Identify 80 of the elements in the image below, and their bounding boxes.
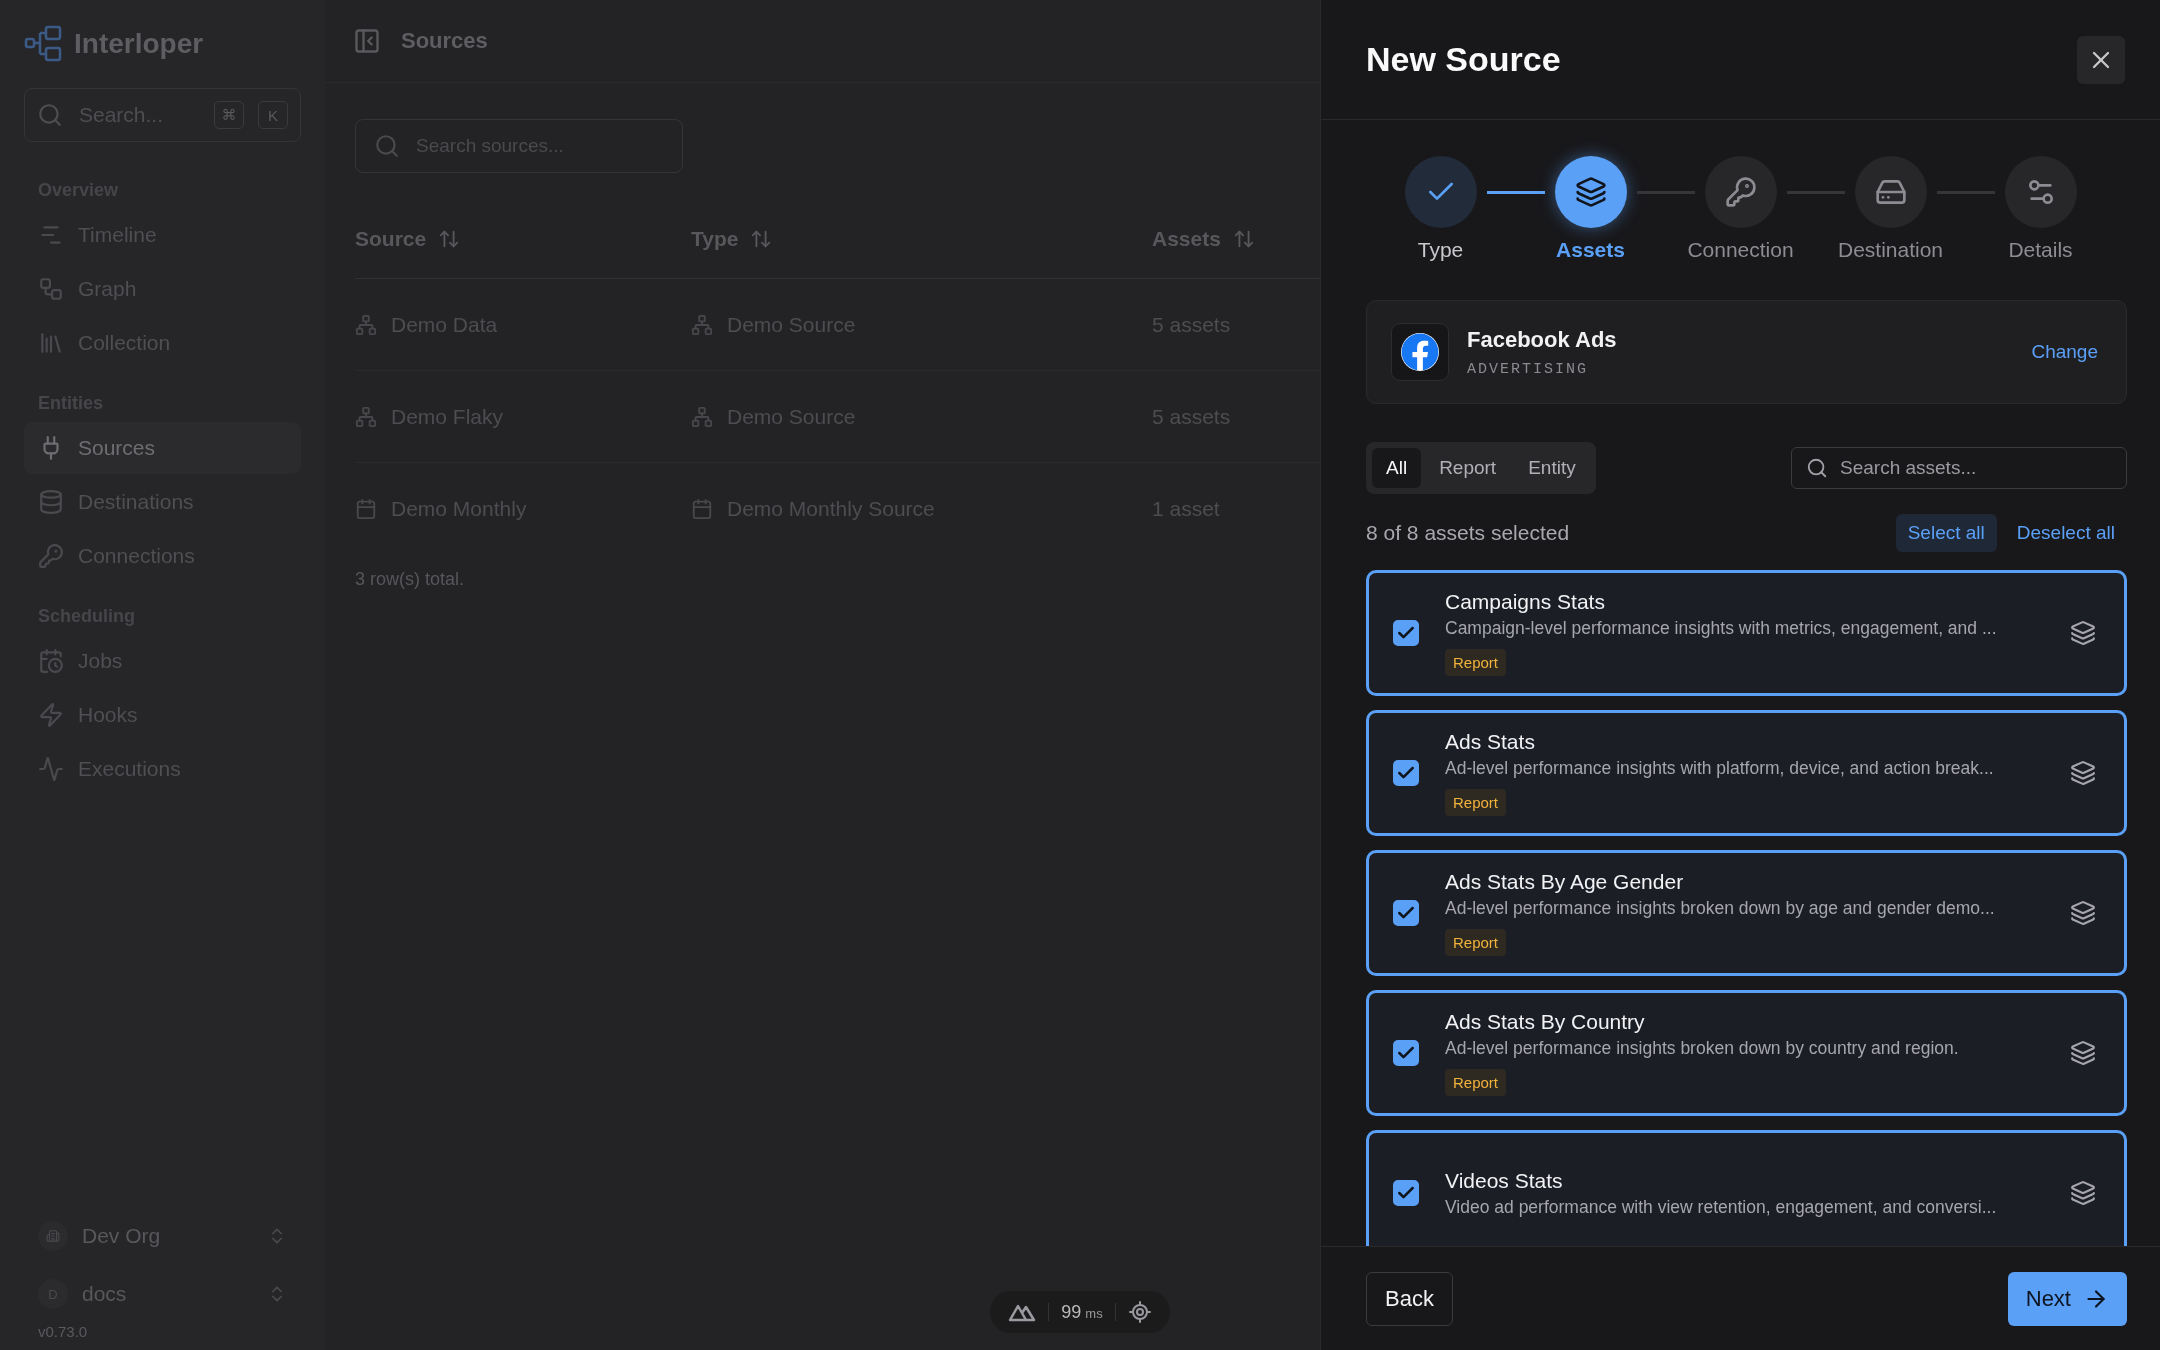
asset-name: Videos Stats bbox=[1445, 1168, 1563, 1193]
row-icon bbox=[691, 405, 713, 428]
layers-icon bbox=[2070, 620, 2096, 646]
crosshair-icon bbox=[1127, 1300, 1152, 1324]
asset-card[interactable]: Videos Stats Video ad performance with view retention, engagement, and conversi... bbox=[1366, 1130, 2127, 1246]
asset-description: Ad-level performance insights broken down by country and region. bbox=[1445, 1038, 1959, 1059]
asset-card[interactable]: Ads Stats By Country Ad-level performance insights broken down by country and region. Report bbox=[1366, 990, 2127, 1116]
layers-icon bbox=[2070, 900, 2096, 926]
asset-name: Ads Stats By Age Gender bbox=[1445, 870, 1684, 894]
checkbox[interactable] bbox=[1393, 1040, 1419, 1066]
drawer-title: New Source bbox=[1366, 40, 1561, 79]
asset-tag: Report bbox=[1445, 649, 1507, 676]
search-icon bbox=[1806, 457, 1828, 479]
asset-name: Ads Stats By Country bbox=[1445, 1010, 1645, 1034]
checkbox[interactable] bbox=[1393, 1180, 1419, 1206]
logo-icon bbox=[24, 24, 64, 64]
select-all-button[interactable]: Select all bbox=[1895, 514, 1997, 552]
checkbox[interactable] bbox=[1393, 900, 1419, 926]
asset-card[interactable]: Campaigns Stats Campaign-level performance insights with metrics, engagement, and ... Report bbox=[1366, 570, 2127, 696]
key-icon bbox=[1724, 176, 1757, 208]
nav-icon bbox=[38, 489, 64, 515]
asset-card[interactable]: Ads Stats By Age Gender Ad-level performance insights broken down by age and gender demo... Report bbox=[1366, 850, 2127, 976]
nav-icon bbox=[38, 756, 64, 782]
asset-tag: Report bbox=[1445, 1069, 1507, 1096]
selection-count: 8 of 8 assets selected bbox=[1366, 521, 1571, 545]
asset-description: Campaign-level performance insights with metrics, engagement, and ... bbox=[1445, 618, 1997, 639]
next-button[interactable]: Next bbox=[2007, 1271, 2127, 1326]
deselect-all-button[interactable]: Deselect all bbox=[2004, 514, 2127, 552]
asset-description: Ad-level performance insights with platform, device, and action break... bbox=[1445, 758, 1994, 779]
filter-tab[interactable]: Report bbox=[1425, 448, 1511, 488]
page-title: Sources bbox=[401, 28, 488, 54]
nav-icon bbox=[38, 330, 64, 356]
filter-tab[interactable]: All bbox=[1372, 448, 1422, 488]
facebook-logo-icon bbox=[1401, 333, 1439, 371]
back-button[interactable]: Back bbox=[1366, 1271, 1453, 1326]
brand-name: Interloper bbox=[74, 28, 204, 60]
search-field[interactable]: Search assets... bbox=[1791, 447, 2127, 489]
asset-tag: Report bbox=[1445, 929, 1507, 956]
row-icon bbox=[355, 313, 377, 336]
step-label: Destination bbox=[1837, 238, 1944, 262]
nav-icon bbox=[38, 702, 64, 728]
nav-icon bbox=[38, 543, 64, 569]
nav-icon bbox=[38, 648, 64, 674]
layers-icon bbox=[2070, 760, 2096, 786]
asset-name: Campaigns Stats bbox=[1445, 590, 1605, 614]
nav-icon bbox=[38, 276, 64, 302]
search-icon bbox=[37, 102, 63, 128]
step-label: Assets bbox=[1556, 238, 1625, 262]
change-link[interactable]: Change bbox=[2031, 337, 2098, 367]
search-input[interactable]: Search assets... bbox=[1838, 456, 2112, 480]
asset-description: Ad-level performance insights broken down by age and gender demo... bbox=[1445, 898, 1995, 919]
row-icon bbox=[691, 313, 713, 336]
sidebar-toggle-icon bbox=[353, 27, 381, 55]
step-label: Connection bbox=[1687, 238, 1794, 262]
search-icon bbox=[374, 133, 400, 159]
asset-description: Video ad performance with view retention, engagement, and conversi... bbox=[1445, 1196, 1997, 1218]
shortcut-key: ⌘ bbox=[214, 101, 244, 129]
building-icon bbox=[38, 1221, 68, 1251]
source-category: ADVERTISING bbox=[1467, 360, 1590, 378]
perf-value: 99 bbox=[1061, 1301, 1082, 1323]
step-label: Details bbox=[2008, 238, 2073, 262]
asset-card[interactable]: Ads Stats Ad-level performance insights with platform, device, and action break... Report bbox=[1366, 710, 2127, 836]
asset-name: Ads Stats bbox=[1445, 730, 1535, 754]
nav-item[interactable]: Sources bbox=[24, 422, 301, 474]
row-icon bbox=[355, 498, 377, 520]
row-icon bbox=[691, 498, 713, 520]
layers-icon bbox=[1574, 176, 1607, 208]
checkbox[interactable] bbox=[1393, 620, 1419, 646]
layers-icon bbox=[2070, 1040, 2096, 1066]
layers-icon bbox=[2070, 1180, 2096, 1206]
step-label: Type bbox=[1417, 238, 1464, 262]
mountain-icon bbox=[1008, 1302, 1037, 1322]
perf-unit: ms bbox=[1085, 1305, 1103, 1321]
step-circle[interactable] bbox=[1554, 156, 1627, 228]
checkbox[interactable] bbox=[1393, 760, 1419, 786]
row-icon bbox=[355, 405, 377, 428]
filter-tab[interactable]: Entity bbox=[1514, 448, 1590, 488]
asset-tag: Report bbox=[1445, 789, 1507, 816]
close-button[interactable] bbox=[2077, 35, 2125, 84]
source-name: Facebook Ads bbox=[1467, 326, 1618, 353]
